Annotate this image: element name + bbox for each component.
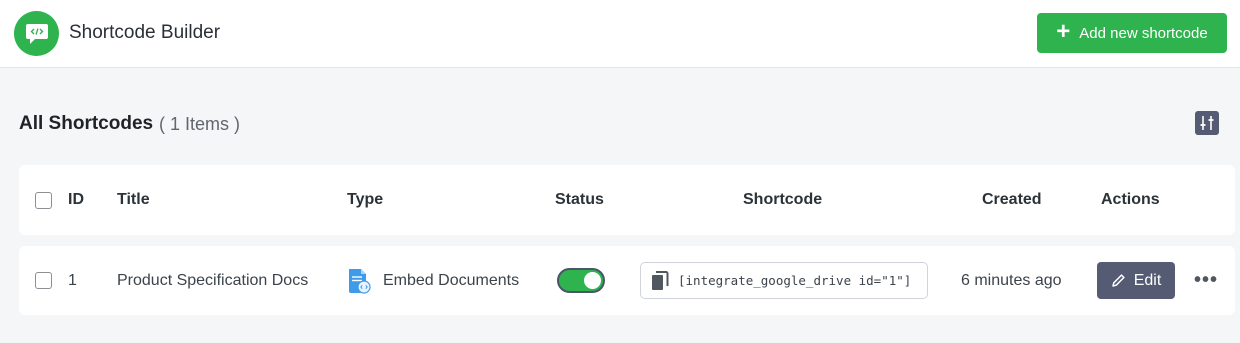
edit-button-label: Edit xyxy=(1133,271,1162,289)
edit-button[interactable]: Edit xyxy=(1097,262,1175,299)
column-header-title[interactable]: Title xyxy=(117,165,150,235)
column-settings-icon xyxy=(1200,116,1214,130)
row-created: 6 minutes ago xyxy=(961,271,1062,289)
table-row: 1 Product Specification Docs Embed Docum… xyxy=(19,246,1235,315)
select-all-checkbox[interactable] xyxy=(35,191,52,209)
status-toggle[interactable] xyxy=(557,268,605,293)
copy-icon xyxy=(652,270,669,290)
row-select-checkbox[interactable] xyxy=(35,272,52,289)
column-settings-button[interactable] xyxy=(1195,111,1219,135)
row-id: 1 xyxy=(68,271,77,289)
code-chat-icon xyxy=(14,11,59,56)
add-new-shortcode-button[interactable]: + Add new shortcode xyxy=(1037,13,1227,53)
shortcode-text: [integrate_google_drive id="1"] xyxy=(678,273,912,288)
table-header: ID Title Type Status Shortcode Created A… xyxy=(19,165,1235,235)
row-type-label: Embed Documents xyxy=(383,271,520,289)
document-code-icon xyxy=(349,268,371,294)
column-header-status[interactable]: Status xyxy=(555,165,604,235)
section-title: All Shortcodes xyxy=(19,113,154,134)
column-header-shortcode: Shortcode xyxy=(743,191,823,208)
items-count: ( 1 Items ) xyxy=(159,114,241,134)
app-title: Shortcode Builder xyxy=(69,22,221,43)
column-header-actions: Actions xyxy=(1101,191,1160,208)
add-button-label: Add new shortcode xyxy=(1079,24,1208,42)
top-bar: Shortcode Builder + Add new shortcode xyxy=(0,0,1240,68)
row-title[interactable]: Product Specification Docs xyxy=(117,246,308,315)
shortcode-copy-box[interactable]: [integrate_google_drive id="1"] xyxy=(640,262,928,299)
more-horizontal-icon[interactable]: ••• xyxy=(1194,269,1218,292)
column-header-id[interactable]: ID xyxy=(68,165,84,235)
column-header-type[interactable]: Type xyxy=(347,165,383,235)
column-header-created[interactable]: Created xyxy=(982,165,1042,235)
pencil-icon xyxy=(1111,274,1125,287)
plus-icon: + xyxy=(1056,17,1071,45)
toggle-knob xyxy=(584,272,601,289)
